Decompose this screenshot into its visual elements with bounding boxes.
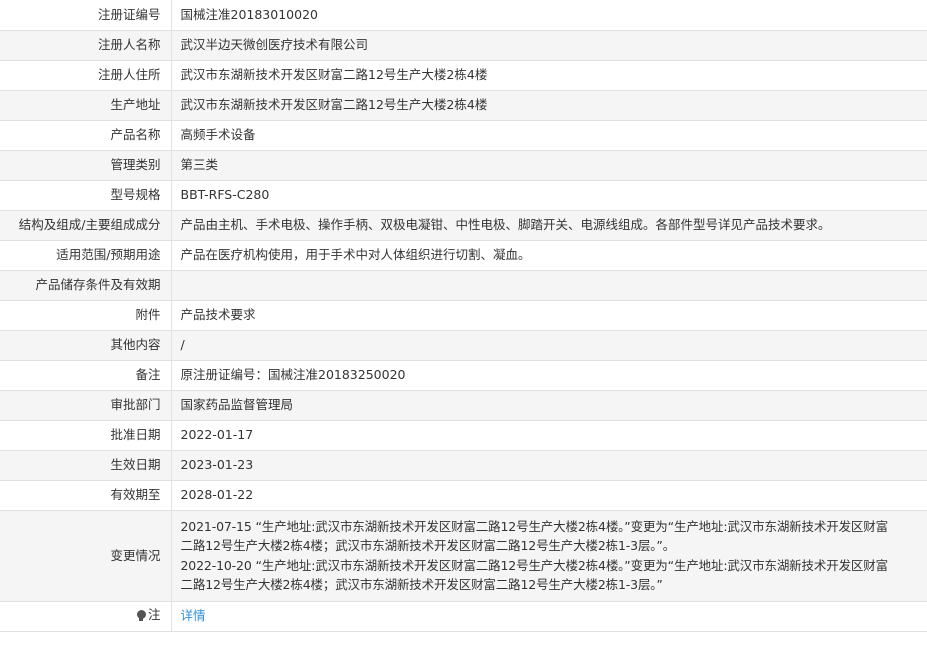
- row-intended-use: 适用范围/预期用途 产品在医疗机构使用，用于手术中对人体组织进行切割、凝血。: [0, 240, 927, 271]
- row-label: 注册人名称: [0, 30, 172, 61]
- row-product-name: 产品名称 高频手术设备: [0, 120, 927, 151]
- row-value: 产品由主机、手术电极、操作手柄、双极电凝钳、中性电极、脚踏开关、电源线组成。各部…: [171, 210, 927, 241]
- row-value: 武汉半边天微创医疗技术有限公司: [171, 30, 927, 61]
- row-effective-date: 生效日期 2023-01-23: [0, 450, 927, 481]
- row-value: 武汉市东湖新技术开发区财富二路12号生产大楼2栋4楼: [171, 60, 927, 91]
- row-label: 备注: [0, 360, 172, 391]
- row-value: 产品技术要求: [171, 300, 927, 331]
- row-remarks: 备注 原注册证编号：国械注准20183250020: [0, 360, 927, 391]
- row-change-history: 变更情况 2021-07-15 “生产地址:武汉市东湖新技术开发区财富二路12号…: [0, 510, 927, 602]
- row-label: 结构及组成/主要组成成分: [0, 210, 172, 241]
- note-value: 详情: [171, 601, 927, 632]
- row-approval-department: 审批部门 国家药品监督管理局: [0, 390, 927, 421]
- row-value: 国械注准20183010020: [171, 0, 927, 31]
- change-line: 2022-10-20 “生产地址:武汉市东湖新技术开发区财富二路12号生产大楼2…: [180, 557, 889, 573]
- row-valid-until: 有效期至 2028-01-22: [0, 480, 927, 511]
- change-line: 2021-07-15 “生产地址:武汉市东湖新技术开发区财富二路12号生产大楼2…: [180, 518, 889, 534]
- row-label: 批准日期: [0, 420, 172, 451]
- row-value: 国家药品监督管理局: [171, 390, 927, 421]
- row-value: 原注册证编号：国械注准20183250020: [171, 360, 927, 391]
- row-value: 产品在医疗机构使用，用于手术中对人体组织进行切割、凝血。: [171, 240, 927, 271]
- row-label: 产品储存条件及有效期: [0, 270, 172, 301]
- row-attachment: 附件 产品技术要求: [0, 300, 927, 331]
- change-line: 二路12号生产大楼2栋4楼；武汉市东湖新技术开发区财富二路12号生产大楼2栋1-…: [180, 538, 676, 553]
- registration-info-table: 注册证编号 国械注准20183010020 注册人名称 武汉半边天微创医疗技术有…: [0, 0, 927, 632]
- change-history-text: 2021-07-15 “生产地址:武汉市东湖新技术开发区财富二路12号生产大楼2…: [171, 510, 927, 602]
- note-label: 注: [147, 607, 161, 623]
- row-label: 有效期至: [0, 480, 172, 511]
- row-value: /: [171, 330, 927, 361]
- row-model-spec: 型号规格 BBT-RFS-C280: [0, 180, 927, 211]
- row-registrant-address: 注册人住所 武汉市东湖新技术开发区财富二路12号生产大楼2栋4楼: [0, 60, 927, 91]
- change-line: 二路12号生产大楼2栋4楼；武汉市东湖新技术开发区财富二路12号生产大楼2栋1-…: [180, 577, 663, 592]
- row-registrant-name: 注册人名称 武汉半边天微创医疗技术有限公司: [0, 30, 927, 61]
- row-value: 2023-01-23: [171, 450, 927, 481]
- details-link[interactable]: 详情: [181, 608, 206, 623]
- row-label: 其他内容: [0, 330, 172, 361]
- row-label: 型号规格: [0, 180, 172, 211]
- row-label: 适用范围/预期用途: [0, 240, 172, 271]
- row-label: 注册人住所: [0, 60, 172, 91]
- row-value: 2022-01-17: [171, 420, 927, 451]
- row-value: 武汉市东湖新技术开发区财富二路12号生产大楼2栋4楼: [171, 90, 927, 121]
- row-production-address: 生产地址 武汉市东湖新技术开发区财富二路12号生产大楼2栋4楼: [0, 90, 927, 121]
- row-structure-composition: 结构及组成/主要组成成分 产品由主机、手术电极、操作手柄、双极电凝钳、中性电极、…: [0, 210, 927, 241]
- row-label: 附件: [0, 300, 172, 331]
- row-label: 注册证编号: [0, 0, 172, 31]
- row-label: 生效日期: [0, 450, 172, 481]
- row-note: 注 详情: [0, 601, 927, 632]
- row-label: 管理类别: [0, 150, 172, 181]
- row-value: 2028-01-22: [171, 480, 927, 511]
- row-label: 产品名称: [0, 120, 172, 151]
- row-management-category: 管理类别 第三类: [0, 150, 927, 181]
- row-value: 高频手术设备: [171, 120, 927, 151]
- row-value: [171, 270, 927, 301]
- note-label-cell: 注: [0, 601, 172, 632]
- row-other-content: 其他内容 /: [0, 330, 927, 361]
- row-value: BBT-RFS-C280: [171, 180, 927, 211]
- row-label: 生产地址: [0, 90, 172, 121]
- row-value: 第三类: [171, 150, 927, 181]
- row-storage-conditions: 产品储存条件及有效期: [0, 270, 927, 301]
- row-approval-date: 批准日期 2022-01-17: [0, 420, 927, 451]
- row-label: 变更情况: [0, 510, 172, 602]
- row-label: 审批部门: [0, 390, 172, 421]
- lightbulb-icon: [136, 609, 146, 621]
- row-registration-number: 注册证编号 国械注准20183010020: [0, 0, 927, 31]
